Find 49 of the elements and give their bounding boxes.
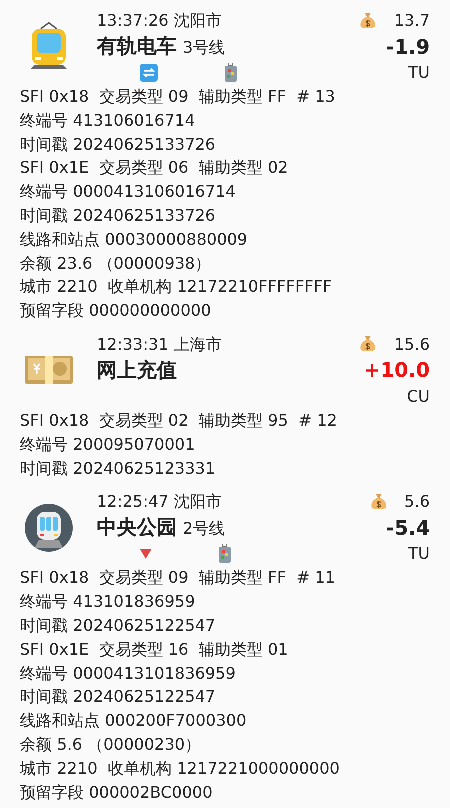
amount: -1.9 xyxy=(386,34,430,58)
detail-line: 时间戳 20240625133726 xyxy=(20,134,217,156)
unit-label: TU xyxy=(408,544,430,564)
detail-line: 终端号 0000413101836959 xyxy=(20,662,237,685)
line-label: 3号线 xyxy=(183,38,226,59)
balance: 5.6 xyxy=(404,492,430,512)
money-bag-icon xyxy=(360,12,376,30)
detail-line: 时间戳 20240625122547 xyxy=(20,614,217,637)
detail-line: 城市 2210 收单机构 12172210FFFFFFFF xyxy=(20,276,334,298)
down-triangle-icon xyxy=(140,548,152,559)
transaction-title: 网上充值 xyxy=(97,356,177,384)
transaction-title: 中央公园 xyxy=(97,514,177,542)
detail-line: 终端号 0000413106016714 xyxy=(20,181,237,204)
balance: 15.6 xyxy=(394,334,430,354)
detail-line: 余额 5.6 （00000230） xyxy=(20,734,202,756)
detail-line: 余额 23.6 （00000938） xyxy=(20,252,212,275)
unit-label: CU xyxy=(407,386,430,406)
time-and-city: 12:33:31 上海市 xyxy=(97,334,223,356)
money-bag-icon xyxy=(370,492,387,511)
amount: +10.0 xyxy=(364,358,430,382)
unit-label: TU xyxy=(408,63,430,82)
money-bag-icon xyxy=(360,335,376,354)
metro-train-icon xyxy=(24,504,72,552)
detail-line: 终端号 413106016714 xyxy=(20,110,196,132)
swap-arrows-icon xyxy=(140,64,158,82)
transaction-title: 有轨电车 xyxy=(97,33,177,60)
balance: 13.7 xyxy=(394,11,430,30)
detail-line: SFI 0x18 交易类型 09 辅助类型 FF # 11 xyxy=(20,567,336,590)
detail-line: 线路和站点 00030000880009 xyxy=(20,228,249,251)
detail-line: SFI 0x18 交易类型 02 辅助类型 95 # 12 xyxy=(20,410,338,432)
amount: -5.4 xyxy=(386,516,430,540)
detail-line: SFI 0x1E 交易类型 16 辅助类型 01 xyxy=(20,638,290,661)
detail-line: 时间戳 20240625123331 xyxy=(20,458,217,480)
suitcase-icon xyxy=(219,544,231,564)
detail-line: 预留字段 000002BC0000 xyxy=(20,782,214,804)
time-and-city: 13:37:26 沈阳市 xyxy=(97,10,223,32)
detail-line: SFI 0x18 交易类型 09 辅助类型 FF # 13 xyxy=(20,86,336,108)
banknote-icon xyxy=(24,354,72,386)
line-label: 2号线 xyxy=(183,519,226,540)
detail-line: 时间戳 20240625133726 xyxy=(20,204,217,227)
detail-line: 线路和站点 000200F7000300 xyxy=(20,710,248,732)
detail-line: 预留字段 000000000000 xyxy=(20,300,212,322)
detail-line: 城市 2210 收单机构 1217221000000000 xyxy=(20,758,341,780)
suitcase-icon xyxy=(225,62,237,82)
detail-line: 终端号 200095070001 xyxy=(20,434,196,456)
detail-line: 时间戳 20240625122547 xyxy=(20,686,217,708)
detail-line: SFI 0x1E 交易类型 06 辅助类型 02 xyxy=(20,157,290,180)
detail-line: 终端号 413101836959 xyxy=(20,591,196,614)
time-and-city: 12:25:47 沈阳市 xyxy=(97,491,223,514)
